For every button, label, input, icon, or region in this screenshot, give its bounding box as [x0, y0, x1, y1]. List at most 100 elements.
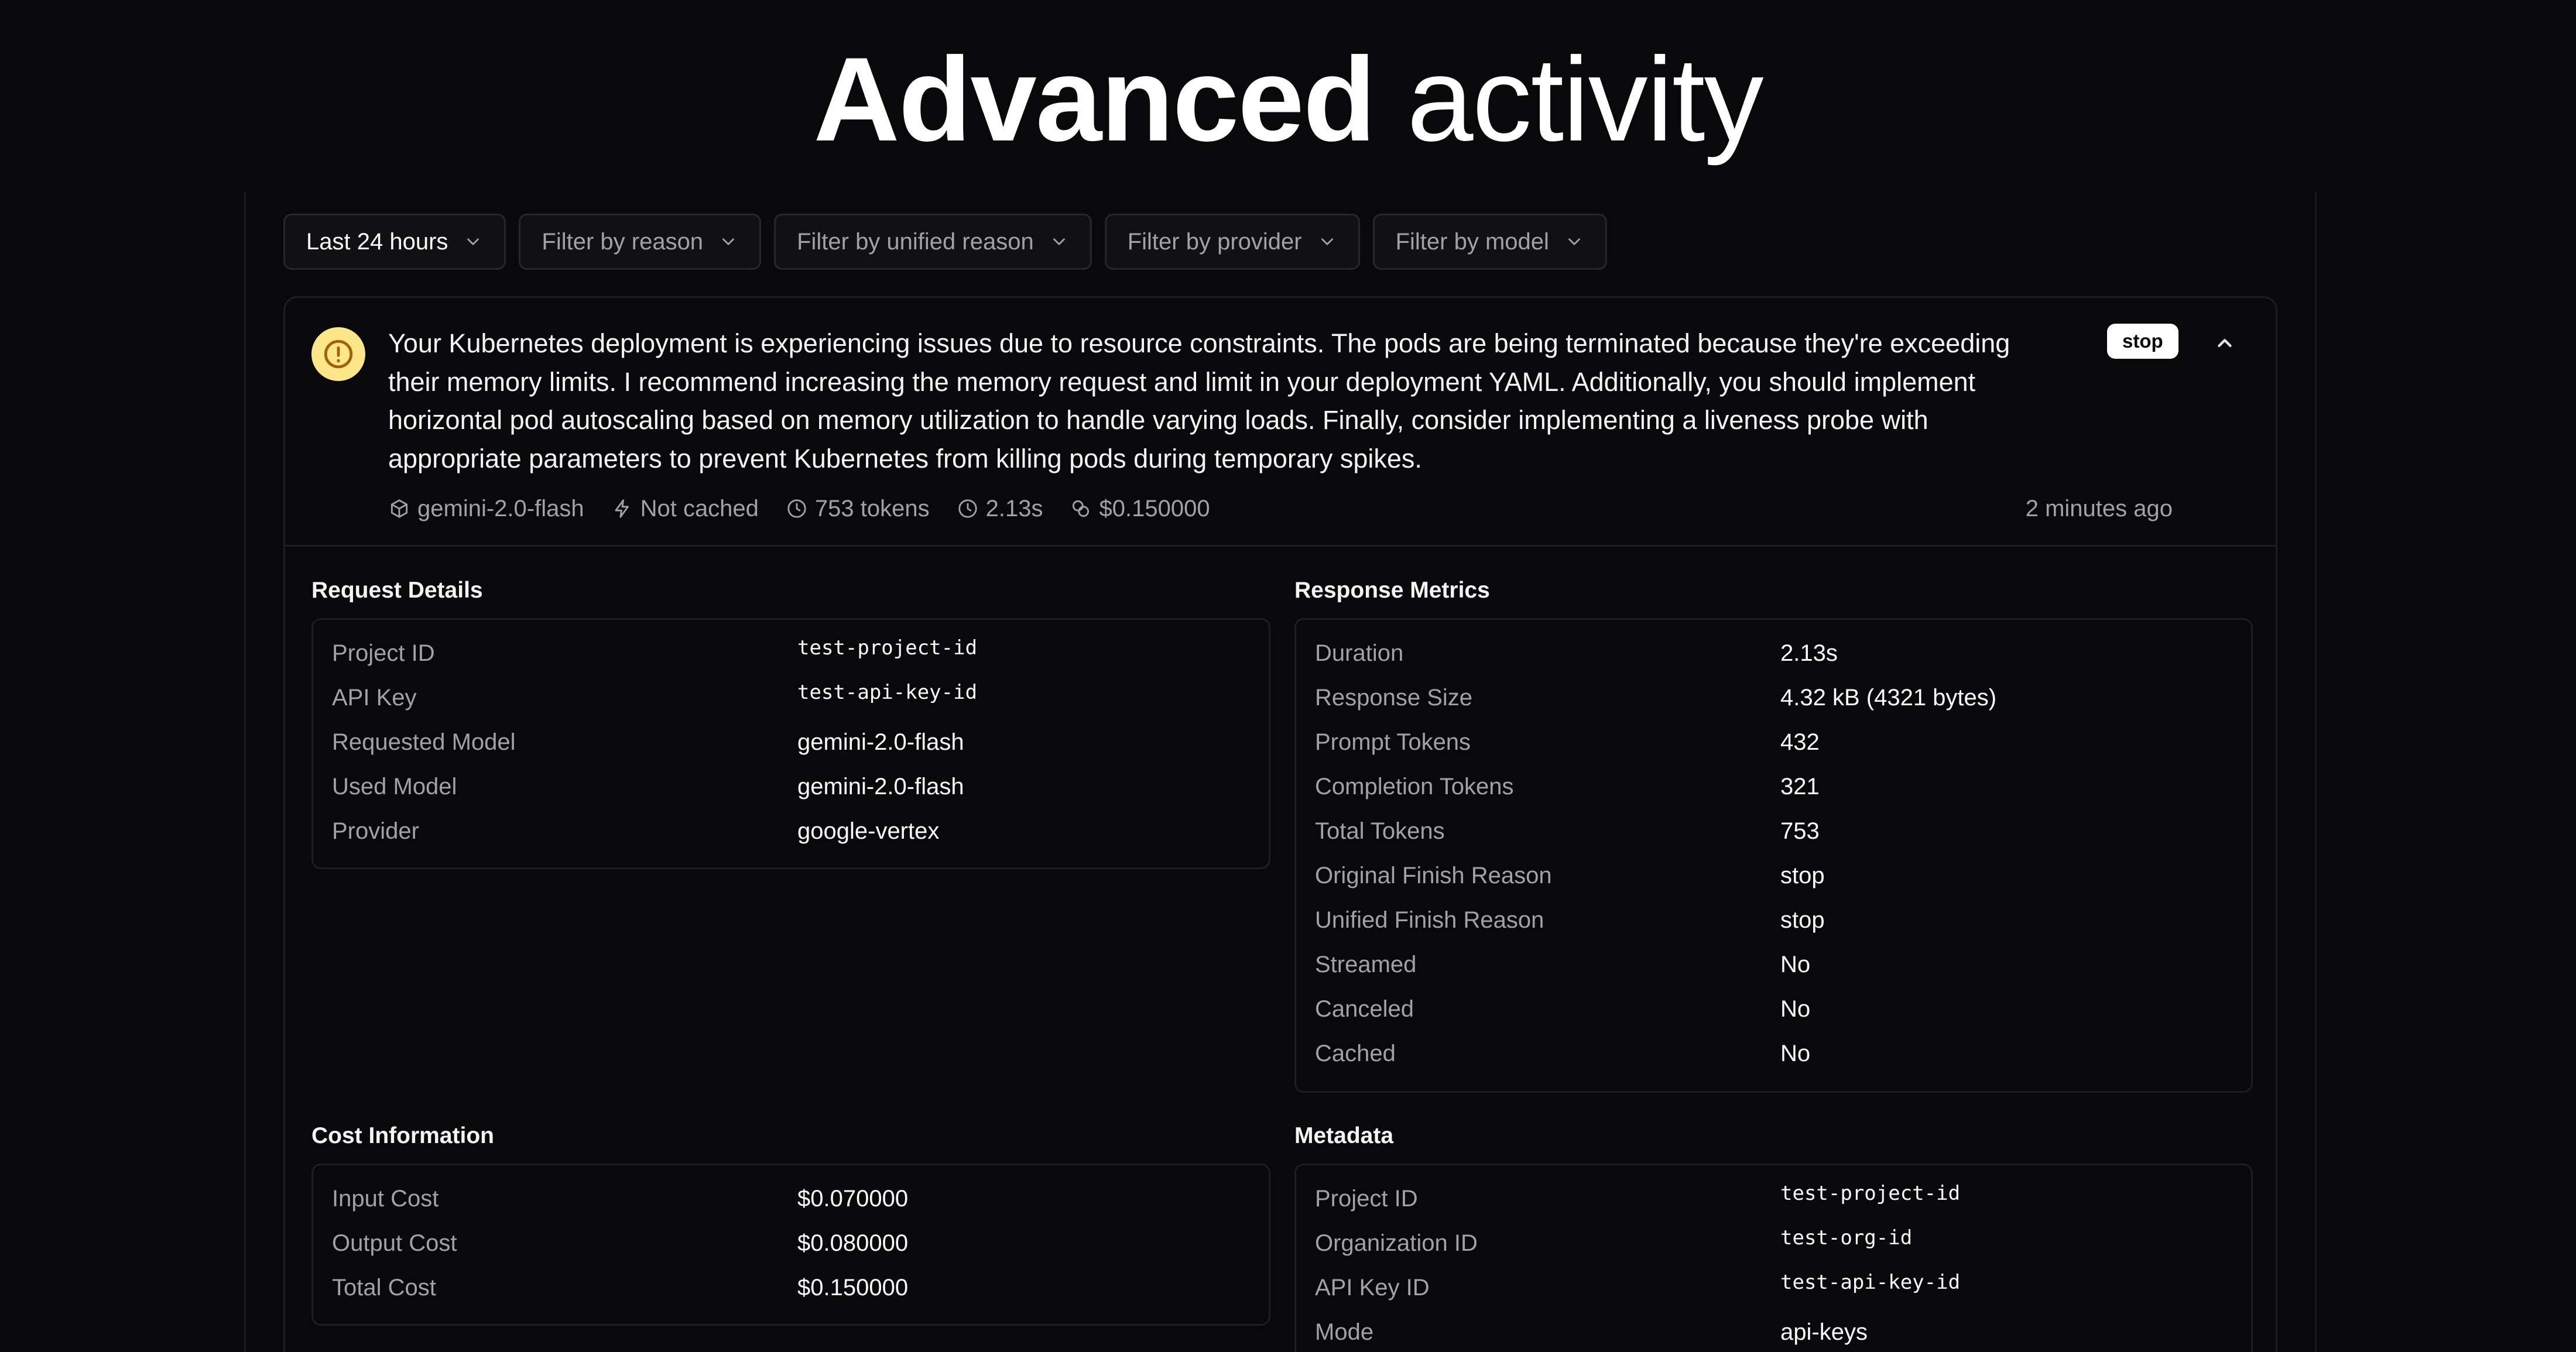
metric-row: Response Size 4.32 kB (4321 bytes)	[1315, 675, 2232, 720]
chevron-up-icon[interactable]	[2211, 330, 2238, 357]
cost-value: $0.150000	[797, 1274, 909, 1300]
metric-value: 321	[1780, 773, 1820, 799]
metric-value: 432	[1780, 729, 1820, 755]
finish-reason-badge: stop	[2107, 324, 2178, 359]
page-title-light: activity	[1407, 33, 1763, 166]
detail-value: gemini-2.0-flash	[797, 729, 964, 755]
metric-key: Total Tokens	[1315, 818, 1445, 844]
metric-row: Total Tokens 753	[1315, 809, 2232, 853]
chevron-down-icon	[1321, 238, 1333, 245]
provider-filter-select[interactable]: Filter by provider	[1104, 214, 1360, 270]
time-ago: 2 minutes ago	[2025, 495, 2173, 521]
clock-icon	[958, 499, 977, 518]
reason-filter-select[interactable]: Filter by reason	[519, 214, 762, 270]
metadata-row: API Key ID test-api-key-id	[1315, 1265, 2232, 1310]
request-details-box: Project ID test-project-id API Key test-ap…	[311, 618, 1270, 869]
provider-filter-label: Filter by provider	[1127, 228, 1302, 255]
cost-value: $0.070000	[797, 1185, 909, 1212]
unified-reason-filter-label: Filter by unified reason	[797, 228, 1034, 255]
cost-value: $0.080000	[797, 1230, 909, 1256]
metric-row: Duration 2.13s	[1315, 631, 2232, 675]
metric-key: Cached	[1315, 1040, 1396, 1066]
detail-row: API Key test-api-key-id	[332, 675, 1250, 720]
detail-row: Project ID test-project-id	[332, 631, 1250, 675]
detail-value: google-vertex	[797, 818, 940, 844]
reason-filter-label: Filter by reason	[542, 228, 704, 255]
meta-cost-label: $0.150000	[1099, 495, 1210, 521]
cost-row: Input Cost $0.070000	[332, 1176, 1250, 1221]
metric-row: Streamed No	[1315, 942, 2232, 987]
metric-key: Unified Finish Reason	[1315, 907, 1544, 933]
metric-key: Duration	[1315, 640, 1404, 666]
cost-key: Total Cost	[332, 1274, 436, 1300]
detail-row: Provider google-vertex	[332, 809, 1250, 853]
metadata-box: Project ID test-project-id Organization I…	[1294, 1164, 2253, 1352]
metadata-key: Project ID	[1315, 1185, 1418, 1212]
activity-log-card: Your Kubernetes deployment is experienci…	[283, 296, 2277, 1352]
response-metrics-title: Response Metrics	[1294, 578, 1490, 603]
metadata-value: test-org-id	[1780, 1226, 1913, 1250]
metadata-title: Metadata	[1294, 1123, 1394, 1148]
metric-row: Cached No	[1315, 1031, 2232, 1076]
unified-reason-filter-select[interactable]: Filter by unified reason	[774, 214, 1092, 270]
detail-key: Provider	[332, 818, 419, 844]
metric-key: Original Finish Reason	[1315, 862, 1552, 888]
detail-key: Requested Model	[332, 729, 516, 755]
chevron-down-icon	[1053, 238, 1065, 245]
metadata-value: test-project-id	[1780, 1182, 1961, 1205]
metric-value: 753	[1780, 818, 1820, 844]
metadata-key: API Key ID	[1315, 1274, 1430, 1300]
metric-value: No	[1780, 951, 1811, 977]
zap-icon	[615, 499, 629, 518]
cost-key: Input Cost	[332, 1185, 439, 1212]
time-range-label: Last 24 hours	[306, 228, 448, 255]
coins-icon	[1073, 500, 1090, 517]
cost-row: Output Cost $0.080000	[332, 1221, 1250, 1265]
meta-tokens: 753 tokens	[786, 496, 930, 522]
metric-key: Prompt Tokens	[1315, 729, 1471, 755]
metadata-value: test-api-key-id	[1780, 1271, 1961, 1294]
meta-model-label: gemini-2.0-flash	[417, 495, 584, 521]
page-title: Advanced activity	[0, 35, 2576, 164]
metric-row: Completion Tokens 321	[1315, 764, 2232, 809]
detail-key: Project ID	[332, 640, 435, 666]
detail-value: gemini-2.0-flash	[797, 773, 964, 799]
chevron-down-icon	[722, 238, 734, 245]
detail-value: test-api-key-id	[797, 681, 978, 704]
cost-information-box: Input Cost $0.070000 Output Cost $0.080000…	[311, 1164, 1270, 1326]
meta-cost: $0.150000	[1070, 496, 1210, 522]
metric-row: Original Finish Reason stop	[1315, 853, 2232, 898]
cost-key: Output Cost	[332, 1230, 457, 1256]
metric-row: Prompt Tokens 432	[1315, 720, 2232, 764]
log-meta: gemini-2.0-flash Not cached 753 tokens 2…	[388, 491, 1210, 526]
model-filter-select[interactable]: Filter by model	[1372, 214, 1607, 270]
request-details-title: Request Details	[311, 578, 483, 603]
metadata-value: api-keys	[1780, 1319, 1868, 1345]
response-metrics-box: Duration 2.13s Response Size 4.32 kB (4321…	[1294, 618, 2253, 1093]
clock-icon	[787, 499, 806, 518]
model-filter-label: Filter by model	[1395, 228, 1549, 255]
log-summary[interactable]: Your Kubernetes deployment is experienci…	[285, 298, 2276, 547]
metric-key: Response Size	[1315, 684, 1473, 711]
detail-key: API Key	[332, 684, 417, 711]
detail-value: test-project-id	[797, 636, 978, 660]
chevron-down-icon	[467, 238, 479, 245]
meta-tokens-label: 753 tokens	[814, 495, 930, 521]
cost-information-title: Cost Information	[311, 1123, 494, 1148]
time-range-select[interactable]: Last 24 hours	[283, 214, 506, 270]
metric-key: Completion Tokens	[1315, 773, 1514, 799]
metric-key: Canceled	[1315, 996, 1414, 1022]
detail-key: Used Model	[332, 773, 457, 799]
metadata-row: Organization ID test-org-id	[1315, 1221, 2232, 1265]
metric-key: Streamed	[1315, 951, 1417, 977]
meta-cache: Not cached	[611, 496, 759, 522]
log-message: Your Kubernetes deployment is experienci…	[388, 328, 2010, 473]
meta-duration-label: 2.13s	[985, 495, 1043, 521]
meta-cache-label: Not cached	[640, 495, 759, 521]
filter-bar: Last 24 hours Filter by reason Filter by…	[283, 214, 1607, 270]
metric-value: No	[1780, 1040, 1811, 1066]
metadata-row: Mode api-keys	[1315, 1310, 2232, 1352]
cost-row: Total Cost $0.150000	[332, 1265, 1250, 1310]
chevron-down-icon	[1568, 238, 1580, 245]
metric-value: No	[1780, 996, 1811, 1022]
